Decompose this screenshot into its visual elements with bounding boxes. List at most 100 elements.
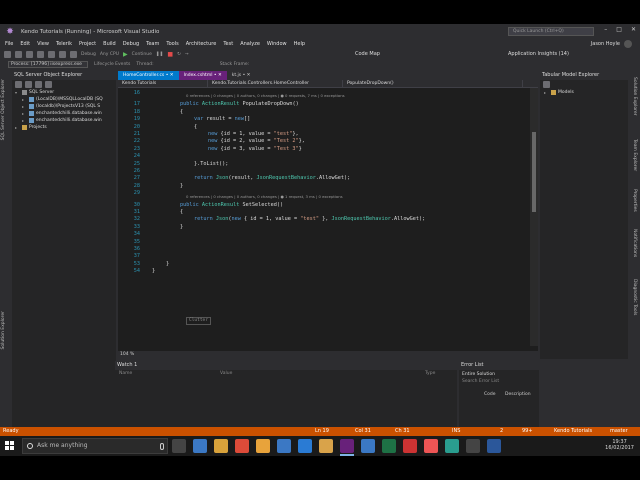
code-line[interactable]: 28} [118, 183, 530, 190]
code-line[interactable]: 53} [118, 261, 530, 268]
expand-arrow-icon[interactable]: ▸ [22, 110, 27, 117]
undo-icon[interactable] [59, 51, 66, 58]
menu-help[interactable]: Help [294, 41, 305, 47]
code-line[interactable]: 21 new {id = 1, value = "test"}, [118, 131, 530, 138]
tab-pin-icon[interactable]: • ✕ [241, 73, 251, 78]
code-line[interactable]: 17 public ActionResult PopulateDropDown() [118, 101, 530, 108]
filter-icon[interactable] [35, 81, 42, 88]
rail-tab-diagnostic-tools[interactable]: Diagnostic Tools [632, 279, 637, 315]
class-dropdown[interactable]: Kendo.Tutorials.Controllers.HomeControll… [208, 80, 343, 87]
menu-team[interactable]: Team [146, 41, 159, 47]
excel-icon[interactable] [382, 439, 396, 453]
microphone-icon[interactable] [160, 443, 164, 450]
error-col-description[interactable]: Description [505, 392, 531, 397]
watch-col-name[interactable]: Name [119, 371, 132, 376]
code-line[interactable]: 25}.ToList(); [118, 161, 530, 168]
skype-icon[interactable] [298, 439, 312, 453]
code-line[interactable]: 26 [118, 168, 530, 175]
collapse-icon[interactable] [543, 81, 550, 88]
clutter-tag[interactable]: Clutter [186, 317, 211, 325]
menu-analyze[interactable]: Analyze [240, 41, 260, 47]
code-line[interactable]: 20 { [118, 124, 530, 131]
zoom-level[interactable]: 104 % [118, 351, 538, 359]
chrome-icon[interactable] [235, 439, 249, 453]
menu-test[interactable]: Test [223, 41, 233, 47]
app-insights-button[interactable]: Application Insights (14) [508, 51, 569, 57]
system-tray-clock[interactable]: 19:37 16/02/2017 [605, 439, 634, 451]
rail-tab-properties[interactable]: Properties [632, 189, 637, 212]
powerpoint-icon[interactable] [403, 439, 417, 453]
config-dropdown[interactable]: Debug [81, 52, 96, 57]
menu-window[interactable]: Window [267, 41, 287, 47]
add-server-icon[interactable] [25, 81, 32, 88]
task-view-icon[interactable] [172, 439, 186, 453]
expand-arrow-icon[interactable]: ▸ [22, 96, 27, 103]
user-name[interactable]: Jason Hoyle [591, 41, 620, 47]
error-col-code[interactable]: Code [484, 392, 496, 397]
code-line[interactable]: 32 return Json(new { id = 1, value = "tes… [118, 216, 530, 223]
restart-icon[interactable]: ↻ [177, 52, 181, 57]
tree-item-models[interactable]: ▸ Models [540, 89, 628, 96]
code-line[interactable]: 27 return Json(result, JsonRequestBehavio… [118, 175, 530, 182]
code-line[interactable]: 36 [118, 246, 530, 253]
menu-tools[interactable]: Tools [166, 41, 178, 47]
forward-icon[interactable] [15, 51, 22, 58]
windows-start-icon[interactable] [5, 441, 15, 451]
platform-dropdown[interactable]: Any CPU [100, 52, 119, 57]
minimize-icon[interactable]: – [604, 26, 607, 33]
stop-icon[interactable]: ■ [167, 51, 173, 58]
file-explorer-icon[interactable] [214, 439, 228, 453]
rail-tab-notifications[interactable]: Notifications [632, 229, 637, 257]
rail-tab-solution-explorer[interactable]: Solution Explorer [632, 77, 637, 116]
new-project-icon[interactable] [26, 51, 33, 58]
expand-arrow-icon[interactable]: ▸ [22, 103, 27, 110]
change-count[interactable]: 99+ [522, 427, 533, 436]
tab-pin-icon[interactable]: • ✕ [212, 73, 222, 78]
tree-item[interactable]: ▸ (LocalDB)\MSSQLLocalDB (SQ [12, 96, 116, 103]
back-icon[interactable] [4, 51, 11, 58]
expand-arrow-icon[interactable]: ▸ [15, 124, 20, 131]
process-dropdown[interactable]: Process: [17796] iisexpress.exe [8, 61, 88, 68]
lifecycle-events-dropdown[interactable]: Lifecycle Events [94, 62, 130, 67]
expand-arrow-icon[interactable]: ▸ [22, 117, 27, 124]
close-icon[interactable]: ✕ [631, 26, 636, 33]
code-line[interactable]: 22 new {id = 2, value = "Test 2"}, [118, 138, 530, 145]
menu-debug[interactable]: Debug [123, 41, 139, 47]
thread-dropdown[interactable]: Thread: [136, 62, 153, 67]
git-branch[interactable]: master [610, 427, 628, 436]
code-line[interactable]: 24 [118, 153, 530, 160]
visual-studio-icon[interactable] [340, 439, 354, 456]
save-all-icon[interactable] [48, 51, 55, 58]
cortana-search-input[interactable]: Ask me anything [22, 438, 168, 454]
pause-icon[interactable]: ❚❚ [156, 52, 164, 57]
avatar[interactable] [624, 40, 632, 48]
menu-file[interactable]: File [5, 41, 13, 47]
tab-kt-js[interactable]: kt.js • ✕ [227, 71, 256, 80]
tab-homecontroller-cs[interactable]: HomeController.cs • ✕ [118, 71, 179, 80]
menu-project[interactable]: Project [79, 41, 96, 47]
scrollbar-thumb[interactable] [532, 132, 536, 212]
expand-arrow-icon[interactable]: ▾ [15, 89, 20, 96]
tree-item[interactable]: ▸ enchantedchilli.database.win [12, 117, 116, 124]
project-name[interactable]: Kendo Tutorials [554, 427, 592, 436]
teams-icon[interactable] [445, 439, 459, 453]
git-icon[interactable] [424, 439, 438, 453]
code-line[interactable]: 33} [118, 224, 530, 231]
menu-edit[interactable]: Edit [20, 41, 30, 47]
save-icon[interactable] [37, 51, 44, 58]
code-lens[interactable]: 0 references | 0 changes | 0 authors, 0 … [186, 93, 345, 98]
continue-button[interactable]: Continue [132, 52, 152, 57]
member-dropdown[interactable]: PopulateDropDown() [343, 80, 523, 87]
rail-tab-team-explorer[interactable]: Team Explorer [632, 139, 637, 171]
photos-icon[interactable] [319, 439, 333, 453]
menu-build[interactable]: Build [103, 41, 116, 47]
terminal-icon[interactable] [466, 439, 480, 453]
menu-telerik[interactable]: Telerik [56, 41, 72, 47]
code-line[interactable]: 30 public ActionResult SetSelected() [118, 202, 530, 209]
code-view[interactable]: 16 0 references | 0 changes | 0 authors, … [118, 88, 530, 346]
menu-view[interactable]: View [37, 41, 49, 47]
edge-icon[interactable] [193, 439, 207, 453]
outlook-icon[interactable] [277, 439, 291, 453]
maximize-icon[interactable]: □ [616, 26, 622, 33]
tree-item[interactable]: ▾ SQL Server [12, 89, 116, 96]
